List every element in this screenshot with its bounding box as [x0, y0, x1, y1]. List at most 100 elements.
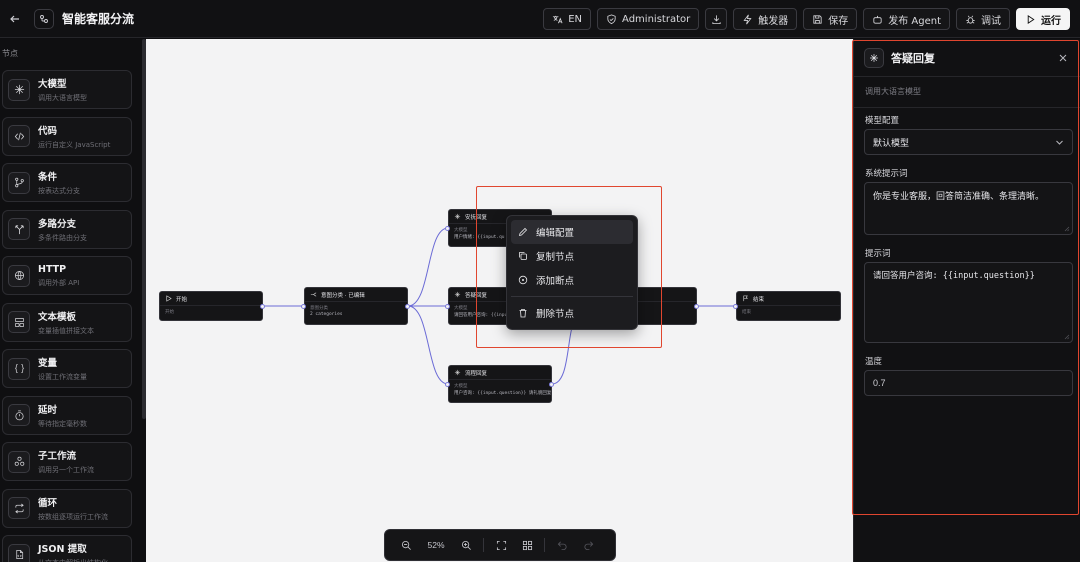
zoom-in-button[interactable] — [453, 534, 479, 556]
menu-edit-config[interactable]: 编辑配置 — [511, 220, 633, 244]
publish-agent-button[interactable]: 发布 Agent — [863, 8, 950, 30]
port-classify-in[interactable] — [301, 304, 306, 309]
palette-item[interactable]: 条件 按表达式分支 — [2, 163, 132, 202]
node-classify[interactable]: 意图分类 · 已编辑 意图分类 2 categories — [304, 287, 408, 325]
language-button[interactable]: EN — [543, 8, 592, 30]
panel-title: 答疑回复 — [891, 51, 935, 65]
top-bar: 智能客服分流 EN Administrator 触发器 保存 发布 Agent … — [0, 0, 1080, 38]
sparkle-icon — [454, 291, 461, 298]
node-complaint[interactable]: 流程回复 大模型 用户咨询: {{input.question}} 请礼貌回复.… — [448, 365, 552, 403]
palette-item-text: 文本模板 变量插值拼接文本 — [38, 309, 94, 336]
palette-item-desc: 设置工作流变量 — [38, 373, 87, 381]
port-classify-out[interactable] — [405, 304, 410, 309]
node-start-sub: 开始 — [165, 310, 174, 315]
palette-item-title: 循环 — [38, 497, 58, 509]
resize-grip-icon[interactable] — [1064, 226, 1070, 232]
palette-heading: 节点 — [2, 49, 18, 58]
port-complaint-in[interactable] — [445, 382, 450, 387]
shield-icon — [607, 13, 616, 24]
palette-item-desc: 从文本中解析出结构化 — [38, 558, 108, 562]
palette-item-title: 子工作流 — [38, 451, 77, 462]
page-title: 智能客服分流 — [62, 12, 135, 26]
palette-item-title: 多路分支 — [38, 218, 77, 230]
palette-item[interactable]: 大模型 调用大语言模型 — [2, 70, 132, 109]
workflow-canvas[interactable]: 开始 开始 意图分类 · 已编辑 意图分类 2 categories 安抚回复 … — [146, 39, 853, 562]
palette-item-desc: 按表达式分支 — [38, 187, 80, 195]
fit-view-button[interactable] — [488, 534, 514, 556]
layout-button[interactable] — [514, 534, 540, 556]
palette-item[interactable]: JSON 提取从文本中解析出结构化 — [2, 535, 132, 562]
play-icon — [166, 295, 172, 302]
json-icon — [8, 543, 30, 562]
zoom-divider — [483, 538, 484, 552]
port-answer-out[interactable] — [694, 304, 699, 309]
palette-item-text: 多路分支 多条件路由分支 — [38, 216, 87, 243]
trigger-button[interactable]: 触发器 — [733, 8, 798, 30]
port-answer-in[interactable] — [445, 304, 450, 309]
palette-item-title: JSON 提取 — [38, 544, 87, 555]
bug-icon — [966, 15, 975, 24]
menu-copy-node[interactable]: 复制节点 — [511, 244, 633, 268]
back-arrow-icon[interactable] — [6, 10, 24, 28]
trash-icon — [519, 309, 527, 318]
node-context-menu: 编辑配置 复制节点 添加断点 删除节点 — [506, 215, 638, 330]
port-end-in[interactable] — [733, 304, 738, 309]
debug-button[interactable]: 调试 — [956, 8, 1010, 30]
save-button[interactable]: 保存 — [803, 8, 858, 30]
loop-icon — [8, 497, 30, 519]
split-icon — [8, 218, 30, 240]
zoom-toolbar: 52% — [384, 529, 616, 561]
role-button[interactable]: Administrator — [597, 8, 700, 30]
menu-delete-node[interactable]: 删除节点 — [511, 301, 633, 325]
save-label: 保存 — [828, 15, 849, 27]
node-end[interactable]: 结束 结束 — [736, 291, 841, 321]
port-start-out[interactable] — [260, 304, 265, 309]
palette-item-desc: 调用外部 API — [38, 278, 80, 287]
port-soothe-in[interactable] — [445, 226, 450, 231]
system-prompt-label: 系统提示词 — [865, 169, 908, 179]
sparkle-icon — [454, 369, 461, 376]
zoom-in-icon — [461, 540, 471, 550]
menu-breakpoint-label: 添加断点 — [536, 276, 575, 287]
palette-item[interactable]: 循环 按数组逐项运行工作流 — [2, 488, 132, 528]
temperature-value: 0.7 — [873, 378, 886, 388]
palette-item[interactable]: 延时 等待指定毫秒数 — [2, 395, 132, 435]
sparkle-icon — [454, 213, 461, 220]
edge-classify-complaint — [407, 305, 449, 385]
publish-label: 发布 Agent — [888, 15, 941, 27]
palette-item[interactable]: 代码 运行自定义 JavaScript — [2, 116, 132, 156]
node-start[interactable]: 开始 开始 — [159, 291, 263, 321]
palette-item-title: HTTP — [38, 263, 67, 275]
palette-item-text: 循环 按数组逐项运行工作流 — [38, 495, 108, 522]
palette-item[interactable]: HTTP 调用外部 API — [2, 256, 132, 295]
model-value: 默认模型 — [873, 138, 910, 149]
prompt-value: 请回答用户咨询: {{input.question}} — [873, 271, 1035, 281]
run-button[interactable]: 运行 — [1016, 8, 1070, 30]
palette-item[interactable]: 子工作流 调用另一个工作流 — [2, 442, 132, 481]
panel-description: 调用大语言模型 — [854, 77, 1080, 108]
model-select[interactable]: 默认模型 — [864, 129, 1073, 155]
run-label: 运行 — [1041, 15, 1061, 27]
palette-item[interactable]: 多路分支 多条件路由分支 — [2, 209, 132, 249]
zoom-out-button[interactable] — [393, 534, 419, 556]
prompt-textarea[interactable]: 请回答用户咨询: {{input.question}} — [864, 262, 1073, 343]
port-complaint-out[interactable] — [549, 382, 554, 387]
close-icon[interactable] — [1056, 51, 1070, 65]
node-end-sub: 结束 — [742, 310, 751, 315]
zoom-divider — [544, 538, 545, 552]
download-button[interactable] — [705, 8, 728, 30]
node-classify-sub: 意图分类 — [310, 306, 328, 311]
template-icon — [8, 311, 30, 333]
palette-item[interactable]: 变量 设置工作流变量 — [2, 349, 132, 388]
redo-button[interactable] — [575, 534, 601, 556]
menu-add-breakpoint[interactable]: 添加断点 — [511, 268, 633, 292]
resize-grip-icon[interactable] — [1064, 334, 1070, 340]
undo-button[interactable] — [549, 534, 575, 556]
zoom-level: 52% — [427, 540, 445, 550]
breakpoint-icon — [518, 275, 528, 285]
system-prompt-textarea[interactable]: 你是专业客服，回答简洁准确、条理清晰。 — [864, 182, 1073, 235]
palette-item-text: 代码 运行自定义 JavaScript — [38, 123, 110, 150]
palette-item[interactable]: 文本模板 变量插值拼接文本 — [2, 302, 132, 342]
language-label: EN — [568, 13, 583, 25]
temperature-input[interactable]: 0.7 — [864, 370, 1073, 396]
